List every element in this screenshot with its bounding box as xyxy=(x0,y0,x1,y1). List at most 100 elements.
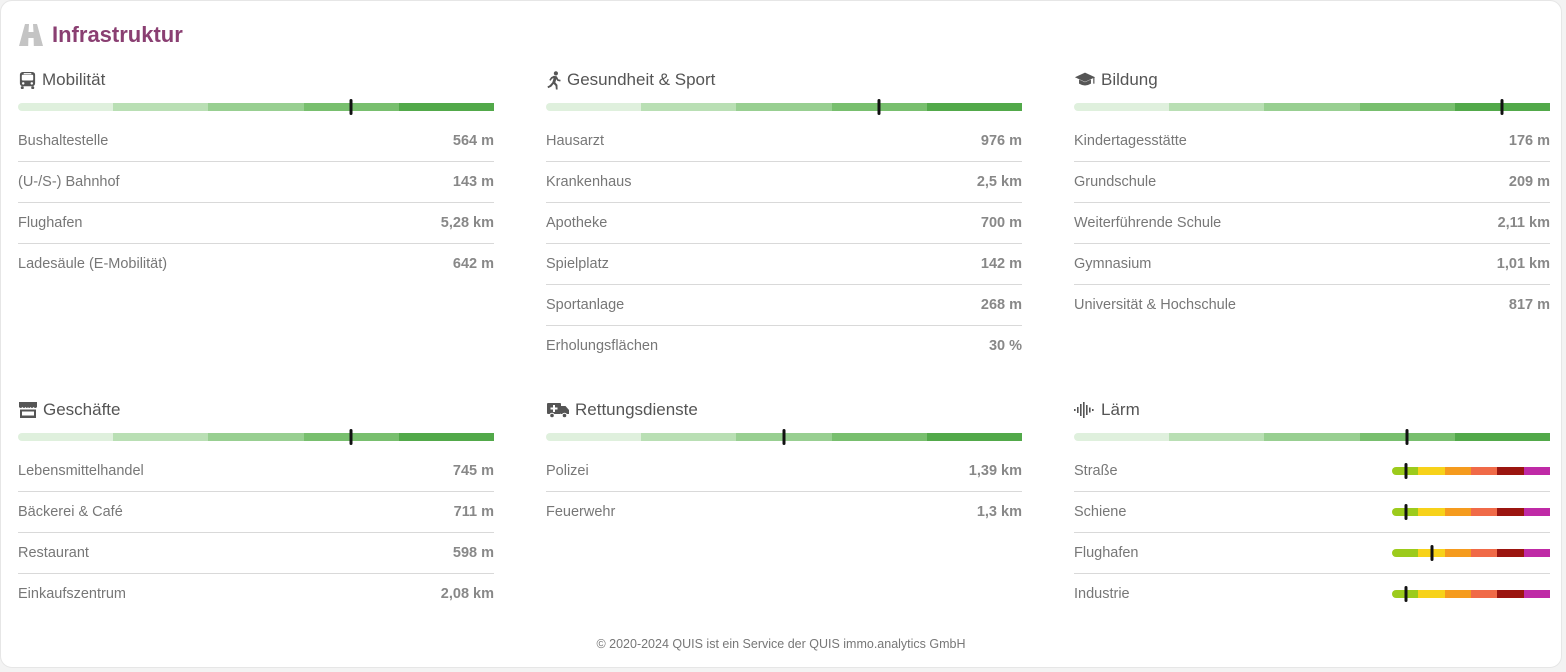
list-item: Krankenhaus 2,5 km xyxy=(546,162,1022,203)
score-bar xyxy=(1074,429,1551,445)
poi-list: Kindertagesstätte 176 m Grundschule 209 m … xyxy=(1074,121,1550,325)
poi-list: Hausarzt 976 m Krankenhaus 2,5 km Apotheke… xyxy=(546,121,1022,366)
section-header: Mobilität xyxy=(18,69,494,91)
noise-bar-segment xyxy=(1470,508,1498,516)
list-item: Sportanlage 268 m xyxy=(546,285,1022,326)
item-distance: 2,08 km xyxy=(440,586,494,602)
section-shops: Geschäfte Lebensmittelhandel 745 m Bäcker… xyxy=(18,399,495,614)
section-header: Lärm xyxy=(1074,399,1550,421)
list-item: Hausarzt 976 m xyxy=(546,121,1022,162)
item-distance: 745 m xyxy=(452,463,494,479)
score-bar-segment xyxy=(1074,103,1170,111)
item-distance: 598 m xyxy=(452,545,494,561)
noise-bar-segment xyxy=(1470,590,1498,598)
score-bar xyxy=(1074,99,1551,115)
item-label: Krankenhaus xyxy=(546,174,632,190)
page-title: Infrastruktur xyxy=(52,22,183,47)
poi-list: Lebensmittelhandel 745 m Bäckerei & Café 7… xyxy=(18,451,494,614)
item-label: Bäckerei & Café xyxy=(18,504,123,520)
score-bar-segment xyxy=(208,433,304,441)
item-label: Gymnasium xyxy=(1074,256,1152,272)
road-icon xyxy=(18,23,44,47)
noise-bar-segment xyxy=(1470,467,1498,475)
section-title: Geschäfte xyxy=(43,400,121,419)
score-bar-segment xyxy=(398,103,495,111)
item-label: Schiene xyxy=(1074,504,1127,520)
score-bar-segment xyxy=(1454,433,1551,441)
list-item: (U-/S-) Bahnhof 143 m xyxy=(18,162,494,203)
score-bar-segment xyxy=(926,103,1023,111)
noise-list: Straße Schiene Flughafen Industrie xyxy=(1074,451,1550,614)
score-bar-segment xyxy=(546,433,642,441)
score-marker xyxy=(349,99,353,115)
noise-bar-segment xyxy=(1418,590,1445,598)
item-label: Restaurant xyxy=(18,545,89,561)
noise-bar-segment xyxy=(1444,467,1471,475)
item-label: Spielplatz xyxy=(546,256,609,272)
item-label: Bushaltestelle xyxy=(18,133,109,149)
score-bar-segment xyxy=(113,433,209,441)
item-distance: 642 m xyxy=(452,256,494,272)
noise-bar-segment xyxy=(1392,549,1419,557)
section-mobility: Mobilität Bushaltestelle 564 m (U-/S-) Ba… xyxy=(18,69,495,284)
noise-bar-segment xyxy=(1523,508,1550,516)
score-bar-segment xyxy=(208,103,304,111)
list-item: Flughafen 5,28 km xyxy=(18,203,494,244)
score-marker xyxy=(1405,429,1409,445)
footer-copyright: © 2020-2024 QUIS ist ein Service der QUI… xyxy=(596,637,966,651)
item-label: Flughafen xyxy=(1074,545,1139,561)
noise-bar-segment xyxy=(1497,467,1524,475)
ambulance-icon xyxy=(546,401,570,419)
item-distance: 2,11 km xyxy=(1497,215,1550,231)
item-distance: 143 m xyxy=(452,174,494,190)
score-bar-segment xyxy=(1264,103,1360,111)
item-label: Lebensmittelhandel xyxy=(18,463,144,479)
noise-marker xyxy=(1430,545,1433,561)
noise-bar-segment xyxy=(1418,467,1445,475)
item-label: Flughafen xyxy=(18,215,83,231)
section-title: Bildung xyxy=(1101,70,1158,89)
section-header: Gesundheit & Sport xyxy=(546,69,1022,91)
noise-bar-segment xyxy=(1523,467,1550,475)
noise-bar-segment xyxy=(1523,549,1550,557)
section-education: Bildung Kindertagesstätte 176 m Grundschu… xyxy=(1074,69,1551,325)
list-item: Restaurant 598 m xyxy=(18,533,494,574)
item-value: 30 % xyxy=(988,338,1022,354)
section-title: Lärm xyxy=(1101,400,1140,419)
score-bar-segment xyxy=(18,433,114,441)
score-marker xyxy=(782,429,786,445)
list-item: Bäckerei & Café 711 m xyxy=(18,492,494,533)
bus-icon xyxy=(18,71,37,90)
score-marker xyxy=(877,99,881,115)
item-label: Polizei xyxy=(546,463,589,479)
list-item: Gymnasium 1,01 km xyxy=(1074,244,1550,285)
item-label: Einkaufszentrum xyxy=(18,586,126,602)
item-distance: 1,01 km xyxy=(1496,256,1550,272)
list-item: Polizei 1,39 km xyxy=(546,451,1022,492)
score-bar-segment xyxy=(641,103,737,111)
score-bar-segment xyxy=(641,433,737,441)
score-bar-segment xyxy=(736,103,832,111)
item-distance: 176 m xyxy=(1508,133,1550,149)
item-distance: 976 m xyxy=(980,133,1022,149)
item-distance: 209 m xyxy=(1508,174,1550,190)
score-bar xyxy=(18,429,495,445)
item-label: Apotheke xyxy=(546,215,608,231)
section-header: Bildung xyxy=(1074,69,1550,91)
item-label: Weiterführende Schule xyxy=(1074,215,1222,231)
sound-wave-icon xyxy=(1074,402,1096,418)
score-bar-segment xyxy=(831,433,927,441)
section-health-sport: Gesundheit & Sport Hausarzt 976 m Kranken… xyxy=(546,69,1023,366)
item-distance: 268 m xyxy=(980,297,1022,313)
score-bar xyxy=(546,99,1023,115)
noise-bar-segment xyxy=(1523,590,1550,598)
item-distance: 2,5 km xyxy=(976,174,1022,190)
noise-bar-segment xyxy=(1497,508,1524,516)
infrastructure-card: Infrastruktur Mobilität Bushaltestelle 5… xyxy=(0,0,1562,668)
score-marker xyxy=(1500,99,1504,115)
score-marker xyxy=(349,429,353,445)
list-item: Weiterführende Schule 2,11 km xyxy=(1074,203,1550,244)
noise-bar-segment xyxy=(1497,549,1524,557)
item-distance: 817 m xyxy=(1508,297,1550,313)
item-label: Feuerwehr xyxy=(546,504,616,520)
